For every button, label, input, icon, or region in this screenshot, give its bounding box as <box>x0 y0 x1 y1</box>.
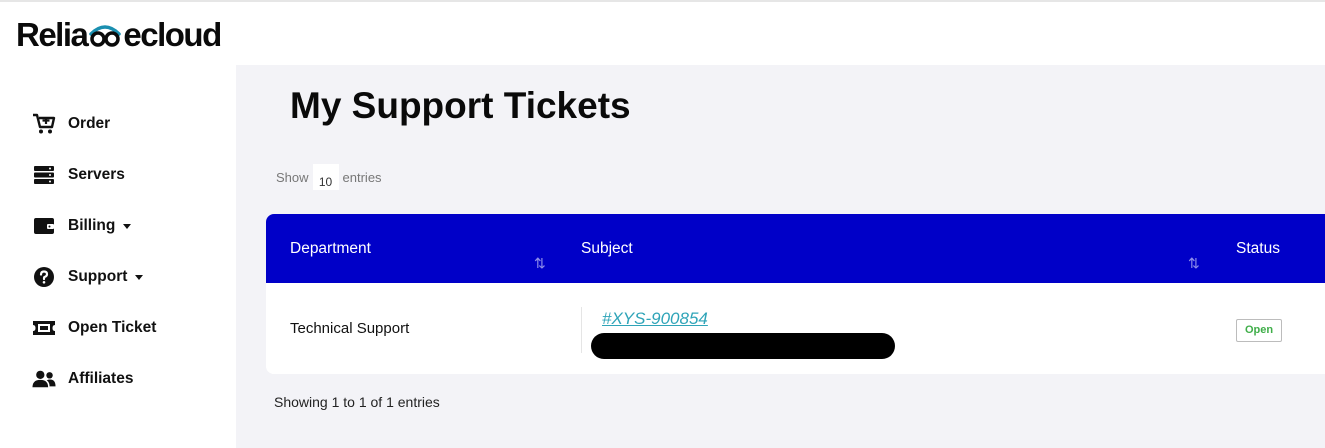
sidebar-item-open-ticket[interactable]: Open Ticket <box>32 313 156 343</box>
page-title: My Support Tickets <box>290 85 631 126</box>
table-header: Department ⇅ Subject ⇅ Status <box>266 214 1325 283</box>
sidebar-item-label: Servers <box>68 166 125 183</box>
sidebar-item-billing[interactable]: Billing <box>32 211 132 241</box>
sidebar-item-label: Open Ticket <box>68 319 157 336</box>
entries-label: entries <box>342 169 382 185</box>
main-content: My Support Tickets Show 10 entries Depar… <box>236 65 1325 448</box>
sidebar-item-servers[interactable]: Servers <box>32 160 125 190</box>
sort-icon[interactable]: ⇅ <box>1188 256 1202 270</box>
header: Relia ecloud <box>0 2 1325 65</box>
column-header-department[interactable]: Department <box>290 240 371 258</box>
sidebar-item-label: Affiliates <box>68 370 134 387</box>
logo-mark-icon <box>88 22 122 48</box>
status-badge: Open <box>1236 319 1282 342</box>
page-length-control: Show 10 entries <box>276 163 382 191</box>
sidebar: Order Servers Billing Support Open Ticke… <box>0 65 236 448</box>
brand-logo[interactable]: Relia ecloud <box>16 16 222 54</box>
sidebar-item-label: Billing <box>68 217 116 234</box>
sidebar-item-label: Order <box>68 115 111 132</box>
column-header-status[interactable]: Status <box>1236 240 1280 258</box>
sidebar-item-label: Support <box>68 268 128 285</box>
department-cell: Technical Support <box>290 320 410 337</box>
cell-divider <box>581 307 582 353</box>
redacted-subject <box>591 333 895 359</box>
question-circle-icon <box>32 266 56 288</box>
wallet-icon <box>32 215 56 237</box>
server-icon <box>32 164 56 186</box>
table-row[interactable]: Technical Support #XYS-900854 Open <box>266 283 1325 374</box>
cart-plus-icon <box>32 113 56 135</box>
sidebar-item-affiliates[interactable]: Affiliates <box>32 364 133 394</box>
show-label: Show <box>276 169 309 185</box>
logo-text-left: Relia <box>16 16 89 53</box>
page-length-select[interactable]: 10 <box>312 164 339 190</box>
logo-text-right: ecloud <box>123 16 222 53</box>
sidebar-item-support[interactable]: Support <box>32 262 144 292</box>
tickets-table: Department ⇅ Subject ⇅ Status Technical … <box>266 214 1325 374</box>
ticket-icon <box>32 317 56 339</box>
sort-icon[interactable]: ⇅ <box>534 256 548 270</box>
sidebar-item-order[interactable]: Order <box>32 109 110 139</box>
chevron-down-icon <box>135 274 144 280</box>
column-header-subject[interactable]: Subject <box>581 240 633 258</box>
users-icon <box>32 368 56 390</box>
ticket-id-link[interactable]: #XYS-900854 <box>602 309 708 329</box>
chevron-down-icon <box>123 223 132 229</box>
table-info: Showing 1 to 1 of 1 entries <box>274 394 440 410</box>
